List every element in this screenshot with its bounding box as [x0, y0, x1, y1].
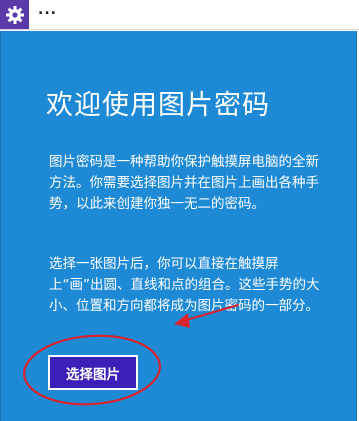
intro-paragraph: 图片密码是一种帮助你保护触摸屏电脑的全新方法。你需要选择图片并在图片上画出各种手… — [49, 154, 319, 212]
page-title: 欢迎使用图片密码 — [46, 90, 270, 121]
instructions-paragraph: 选择一张图片后，你可以直接在触摸屏上“画”出圆、直线和点的组合。这些手势的大小、… — [49, 256, 320, 314]
gear-icon[interactable] — [0, 0, 29, 29]
select-picture-button[interactable]: 选择图片 — [48, 355, 138, 390]
title-bar: ... — [0, 0, 359, 30]
more-options-dots[interactable]: ... — [38, 3, 57, 17]
